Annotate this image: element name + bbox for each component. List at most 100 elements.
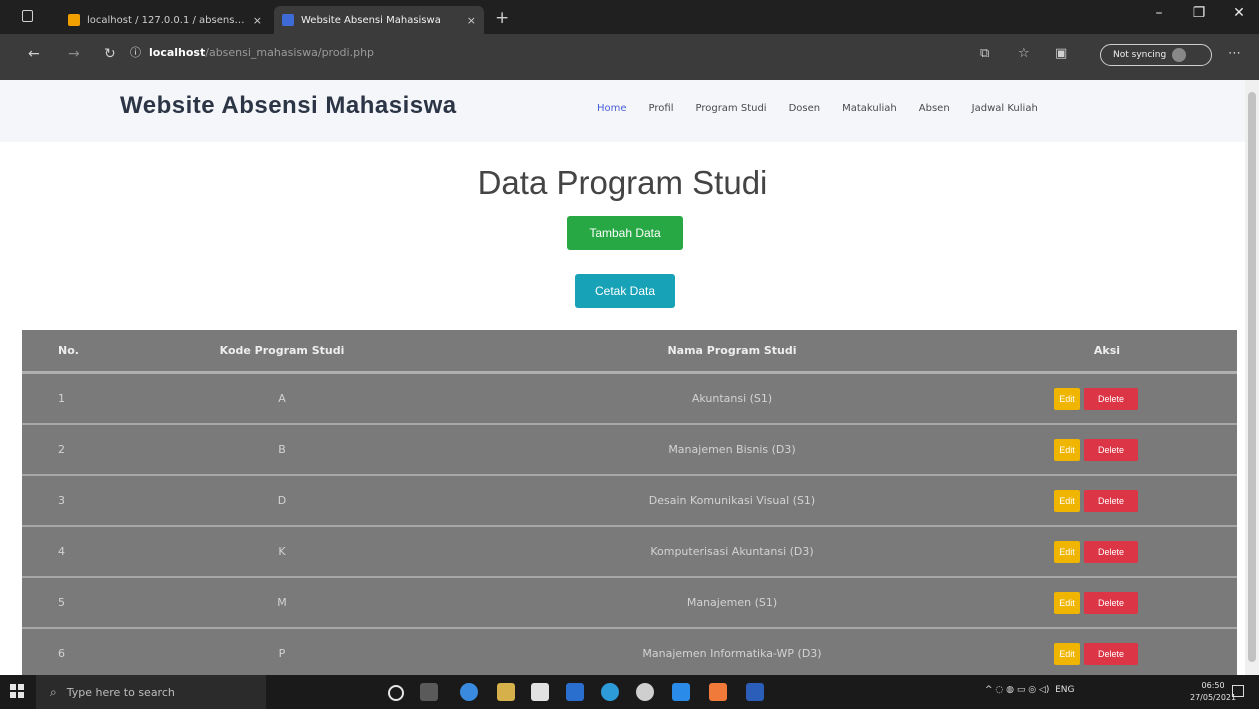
address-input[interactable]: ⓘ localhost/absensi_mahasiswa/prodi.php [130,44,374,60]
tab-title: localhost / 127.0.0.1 / absensi_m [87,14,247,26]
page-title: Data Program Studi [477,164,768,201]
cell-kode: K [278,545,286,558]
delete-button[interactable]: Delete [1084,387,1138,410]
nav-profil[interactable]: Profil [649,103,674,114]
minimize-button[interactable]: – [1139,0,1179,30]
edit-button[interactable]: Edit [1054,591,1080,614]
close-window-button[interactable]: ✕ [1219,0,1259,30]
delete-button[interactable]: Delete [1084,591,1138,614]
window-controls: – ❐ ✕ [1139,0,1259,30]
nav-jadwal-kuliah[interactable]: Jadwal Kuliah [972,103,1038,114]
cell-kode: D [277,494,287,507]
cell-nama: Manajemen Bisnis (D3) [668,443,796,456]
windows-taskbar: ⌕ Type here to search ^ ◌ ◍ ▭ ◎ ◁) ENG 0… [0,675,1259,709]
delete-button[interactable]: Delete [1084,438,1138,461]
edge-icon[interactable] [566,683,584,701]
table-body: 1 A Akuntansi (S1) Edit Delete 2 B Manajemen Bi… [22,374,1237,680]
vscode-icon[interactable] [672,683,690,701]
edge-legacy-icon[interactable] [460,683,478,701]
cell-no: 5 [58,596,65,609]
table-header-row: No. Kode Program Studi Nama Program Stud… [22,330,1237,374]
sidebar-toggle-icon[interactable] [22,10,33,22]
browser-tab-bar: localhost / 127.0.0.1 / absensi_m × Webs… [0,0,1259,34]
scrollbar-thumb[interactable] [1248,92,1256,662]
delete-button[interactable]: Delete [1084,642,1138,665]
store-icon[interactable] [531,683,549,701]
search-icon: ⌕ [50,684,57,699]
xampp-icon[interactable] [709,683,727,701]
language-indicator: ENG [1055,685,1075,695]
table-row: 5 M Manajemen (S1) Edit Delete [22,578,1237,629]
cell-no: 3 [58,494,65,507]
header-aksi: Aksi [1093,344,1121,357]
nav-dosen[interactable]: Dosen [789,103,821,114]
url-path: /absensi_mahasiswa/prodi.php [205,46,375,59]
system-tray[interactable]: ^ ◌ ◍ ▭ ◎ ◁) ENG [985,685,1074,695]
file-explorer-icon[interactable] [497,683,515,701]
task-view-icon[interactable] [420,683,438,701]
site-navbar: Website Absensi Mahasiswa Home Profil Pr… [0,80,1245,142]
table-row: 1 A Akuntansi (S1) Edit Delete [22,374,1237,425]
cell-nama: Komputerisasi Akuntansi (D3) [650,545,814,558]
collections-icon[interactable]: ▣ [1055,46,1067,61]
cell-no: 1 [58,392,65,405]
forward-arrow-icon[interactable]: → [68,46,80,62]
header-nama: Nama Program Studi [667,344,797,357]
close-icon[interactable]: × [467,14,476,27]
delete-button[interactable]: Delete [1084,540,1138,563]
edit-button[interactable]: Edit [1054,540,1080,563]
back-arrow-icon[interactable]: ← [28,46,40,62]
sync-label: Not syncing [1113,50,1167,60]
close-icon[interactable]: × [253,14,262,27]
browser-toolbar: ← → ↻ ⓘ localhost/absensi_mahasiswa/prodi… [0,34,1259,80]
cell-aksi: Edit Delete [1032,527,1182,576]
edit-button[interactable]: Edit [1054,387,1080,410]
notification-icon[interactable] [1232,685,1244,697]
reload-icon[interactable]: ↻ [104,46,116,62]
windows-start-icon[interactable] [10,684,24,698]
print-data-button[interactable]: Cetak Data [575,274,675,308]
url-host: localhost [149,46,206,59]
cell-nama: Manajemen Informatika-WP (D3) [642,647,822,660]
cell-kode: A [278,392,286,405]
taskbar-clock[interactable]: 06:50 27/05/2021 [1190,680,1236,704]
browser-icon[interactable] [601,683,619,701]
page-scrollbar[interactable] [1245,80,1259,675]
cell-kode: M [277,596,287,609]
nav-program-studi[interactable]: Program Studi [695,103,766,114]
word-icon[interactable] [746,683,764,701]
nav-absen[interactable]: Absen [919,103,950,114]
table-row: 3 D Desain Komunikasi Visual (S1) Edit Delet… [22,476,1237,527]
site-brand[interactable]: Website Absensi Mahasiswa [120,92,457,120]
maximize-button[interactable]: ❐ [1179,0,1219,30]
edit-button[interactable]: Edit [1054,642,1080,665]
favorite-star-icon[interactable]: ☆ [1018,46,1030,61]
phpmyadmin-favicon-icon [68,14,80,26]
table-row: 2 B Manajemen Bisnis (D3) Edit Delete [22,425,1237,476]
browser-tab-phpmyadmin[interactable]: localhost / 127.0.0.1 / absensi_m × [60,6,270,34]
settings-gear-icon[interactable] [636,683,654,701]
new-tab-button[interactable]: + [495,8,509,28]
header-kode: Kode Program Studi [219,344,345,357]
nav-home[interactable]: Home [597,103,627,114]
avatar [1172,48,1187,62]
taskbar-search-input[interactable]: ⌕ Type here to search [36,675,266,709]
edit-button[interactable]: Edit [1054,438,1080,461]
more-menu-icon[interactable]: ⋯ [1228,46,1241,61]
cell-no: 6 [58,647,65,660]
cell-no: 4 [58,545,65,558]
read-aloud-icon[interactable]: ⧉ [980,46,989,61]
cell-aksi: Edit Delete [1032,476,1182,525]
delete-button[interactable]: Delete [1084,489,1138,512]
browser-tab-website[interactable]: Website Absensi Mahasiswa × [274,6,484,34]
edit-button[interactable]: Edit [1054,489,1080,512]
site-nav: Home Profil Program Studi Dosen Matakuli… [597,103,1038,114]
nav-matakuliah[interactable]: Matakuliah [842,103,897,114]
cortana-icon[interactable] [388,685,404,701]
profile-sync-button[interactable]: Not syncing [1100,44,1212,66]
add-data-button[interactable]: Tambah Data [567,216,683,250]
cell-nama: Desain Komunikasi Visual (S1) [648,494,816,507]
cell-kode: B [278,443,286,456]
search-placeholder: Type here to search [66,685,175,699]
table-row: 4 K Komputerisasi Akuntansi (D3) Edit Delete [22,527,1237,578]
